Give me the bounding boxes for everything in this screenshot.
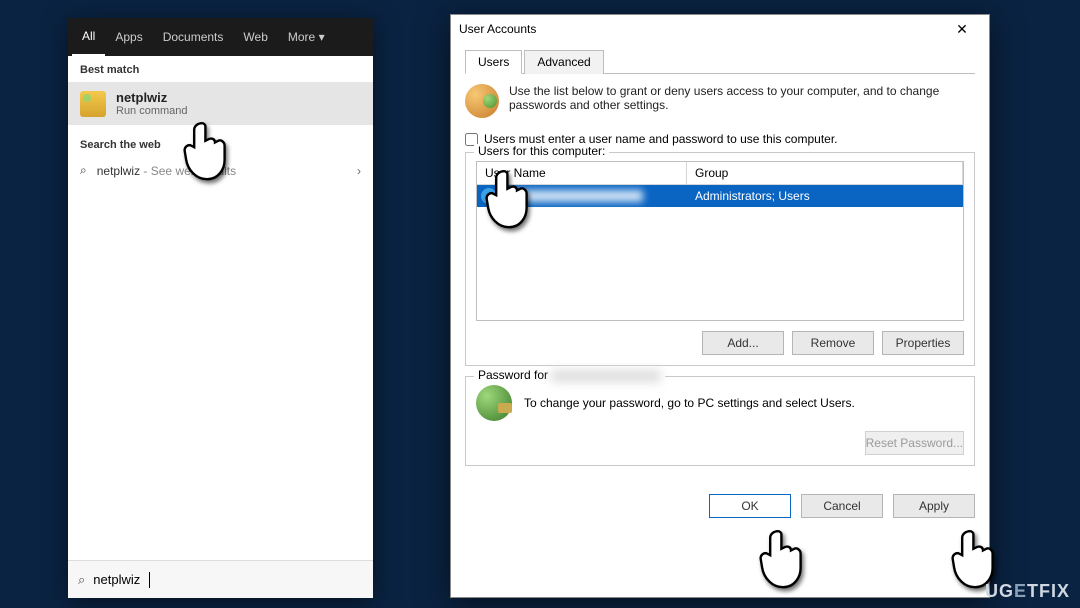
col-username[interactable]: User Name: [477, 162, 687, 184]
search-icon: ⌕: [80, 163, 87, 178]
tab-users[interactable]: Users: [465, 50, 522, 74]
username-redacted: [503, 190, 643, 202]
password-hint: To change your password, go to PC settin…: [524, 396, 855, 410]
key-user-icon: [476, 385, 512, 421]
password-group-legend: Password for: [474, 368, 665, 382]
users-group-legend: Users for this computer:: [474, 144, 609, 158]
web-term: netplwiz: [97, 164, 140, 178]
user-row-selected[interactable]: Administrators; Users: [477, 185, 963, 207]
result-subtitle: Run command: [116, 105, 188, 117]
search-tab-documents[interactable]: Documents: [153, 18, 234, 56]
result-title: netplwiz: [116, 90, 188, 105]
search-tabstrip: All Apps Documents Web More ▾: [68, 18, 373, 56]
col-group[interactable]: Group: [687, 162, 963, 184]
web-result-row[interactable]: ⌕ netplwiz - See web results ›: [68, 157, 373, 184]
search-web-header: Search the web: [68, 125, 373, 157]
remove-button[interactable]: Remove: [792, 331, 874, 355]
web-suffix: - See web results: [140, 164, 236, 178]
search-input-box[interactable]: ⌕ netplwiz: [68, 560, 373, 598]
watermark: UGETFIX: [985, 581, 1070, 602]
search-input-value: netplwiz: [93, 572, 140, 587]
ok-button[interactable]: OK: [709, 494, 791, 518]
tab-advanced[interactable]: Advanced: [524, 50, 603, 74]
dialog-tabstrip: Users Advanced: [465, 49, 975, 74]
search-tab-web[interactable]: Web: [233, 18, 277, 56]
dialog-titlebar[interactable]: User Accounts ✕: [451, 15, 989, 43]
dialog-info-text: Use the list below to grant or deny user…: [509, 84, 975, 118]
best-match-header: Best match: [68, 56, 373, 82]
search-icon: ⌕: [78, 572, 85, 588]
dialog-title: User Accounts: [459, 22, 536, 36]
search-tab-apps[interactable]: Apps: [105, 18, 152, 56]
reset-password-button: Reset Password...: [865, 431, 964, 455]
password-user-redacted: [551, 370, 661, 382]
user-row-group: Administrators; Users: [687, 189, 963, 203]
user-list-header: User Name Group: [477, 162, 963, 185]
chevron-down-icon: ▾: [319, 30, 325, 44]
cancel-button[interactable]: Cancel: [801, 494, 883, 518]
user-accounts-dialog: User Accounts ✕ Users Advanced Use the l…: [450, 14, 990, 598]
text-caret: [149, 572, 150, 588]
search-tab-all[interactable]: All: [72, 18, 105, 56]
start-search-panel: All Apps Documents Web More ▾ Best match…: [68, 18, 373, 598]
search-tab-more[interactable]: More ▾: [278, 18, 335, 56]
users-icon: [465, 84, 499, 118]
close-button[interactable]: ✕: [943, 15, 981, 43]
add-button[interactable]: Add...: [702, 331, 784, 355]
users-group: Users for this computer: User Name Group…: [465, 152, 975, 366]
user-list[interactable]: User Name Group Administrators; Users: [476, 161, 964, 321]
apply-button[interactable]: Apply: [893, 494, 975, 518]
user-avatar-icon: [481, 188, 497, 204]
properties-button[interactable]: Properties: [882, 331, 964, 355]
best-match-result[interactable]: netplwiz Run command: [68, 82, 373, 125]
password-group: Password for To change your password, go…: [465, 376, 975, 466]
netplwiz-icon: [80, 91, 106, 117]
chevron-right-icon: ›: [357, 164, 361, 178]
